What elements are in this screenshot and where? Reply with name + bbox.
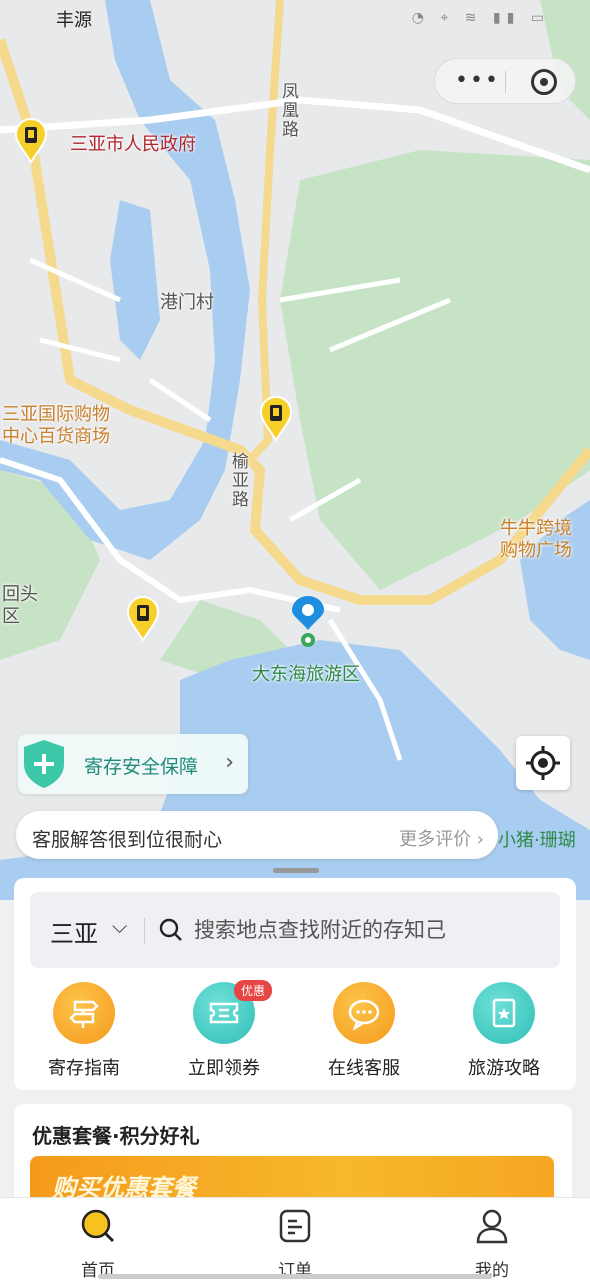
capsule-divider xyxy=(505,71,506,93)
carrier-label: 丰源 xyxy=(56,10,92,31)
map-view[interactable]: 丰源 ◔ ⌖ ≋ ▮▮ ▭ ••• 三亚市人民政府 港门村 凤凰路 榆亚路 三亚… xyxy=(0,0,590,900)
search-input[interactable] xyxy=(194,912,544,948)
signpost-icon xyxy=(53,982,115,1044)
chat-icon xyxy=(333,982,395,1044)
crosshair-icon xyxy=(526,746,560,780)
storage-lock-pin[interactable] xyxy=(14,118,48,164)
review-ticker[interactable]: 客服解答很到位很耐心 更多评价 › xyxy=(16,811,498,859)
discount-badge: 优惠 xyxy=(234,980,273,1001)
map-label-road-fenghuang: 凤凰路 xyxy=(278,82,298,139)
destination-location-pin[interactable] xyxy=(290,596,326,648)
guidebook-icon xyxy=(473,982,535,1044)
user-icon xyxy=(476,1209,508,1244)
storage-lock-pin[interactable] xyxy=(126,596,160,642)
chevron-right-icon: › xyxy=(225,750,234,775)
more-menu-icon[interactable]: ••• xyxy=(455,68,500,93)
quick-action-guide[interactable]: 寄存指南 xyxy=(24,982,144,1082)
promo-section: 优惠套餐·积分好礼 购买优惠套餐 xyxy=(14,1104,572,1204)
map-label-poi-right: 小猪·珊瑚 xyxy=(498,830,576,851)
status-icons: ◔ ⌖ ≋ ▮▮ ▭ xyxy=(411,10,550,26)
order-icon xyxy=(279,1209,311,1243)
map-label-road-yuya: 榆亚路 xyxy=(228,452,248,509)
map-label-village: 港门村 xyxy=(160,292,214,313)
status-bar: 丰源 ◔ ⌖ ≋ ▮▮ ▭ xyxy=(0,0,590,44)
bottom-tab-bar: 首页 订单 我的 xyxy=(0,1197,590,1280)
quick-action-support[interactable]: 在线客服 xyxy=(304,982,424,1082)
sheet-drag-handle[interactable] xyxy=(273,868,319,873)
home-indicator xyxy=(98,1274,492,1279)
quick-action-label: 在线客服 xyxy=(328,1058,400,1079)
shield-plus-icon xyxy=(24,740,64,788)
quick-action-label: 寄存指南 xyxy=(48,1058,120,1079)
tab-profile[interactable]: 我的 xyxy=(432,1206,552,1280)
ticket-icon: 优惠 xyxy=(193,980,273,1044)
safety-banner-label: 寄存安全保障 xyxy=(84,756,199,778)
miniprogram-capsule[interactable]: ••• xyxy=(434,58,576,104)
quick-action-travel[interactable]: 旅游攻略 xyxy=(444,982,564,1082)
map-label-mall-left: 三亚国际购物中心百货商场 xyxy=(2,404,110,447)
review-text: 客服解答很到位很耐心 xyxy=(32,829,223,851)
search-home-icon xyxy=(81,1209,115,1243)
quick-action-label: 旅游攻略 xyxy=(468,1058,540,1079)
tab-home[interactable]: 首页 xyxy=(38,1206,158,1280)
tab-orders[interactable]: 订单 xyxy=(235,1206,355,1280)
storage-lock-pin[interactable] xyxy=(259,396,293,442)
chevron-down-icon[interactable]: ⌵ xyxy=(112,914,127,938)
map-label-destination: 大东海旅游区 xyxy=(252,664,360,685)
more-reviews-link[interactable]: 更多评价 › xyxy=(399,825,484,851)
search-icon xyxy=(159,918,182,941)
close-miniprogram-icon[interactable] xyxy=(531,69,557,95)
city-selector[interactable]: 三亚 xyxy=(50,914,98,949)
locate-me-button[interactable] xyxy=(516,736,570,790)
promo-title: 优惠套餐·积分好礼 xyxy=(32,1124,200,1148)
search-row: 三亚 ⌵ xyxy=(30,892,560,968)
quick-action-coupon[interactable]: 优惠 立即领券 xyxy=(164,980,284,1082)
map-label-huitou: 回头区 xyxy=(2,584,38,627)
more-reviews-label: 更多评价 xyxy=(399,829,472,850)
safety-guarantee-banner[interactable]: 寄存安全保障 › xyxy=(18,734,248,794)
map-label-gov: 三亚市人民政府 xyxy=(70,134,196,155)
search-divider xyxy=(144,918,145,944)
map-label-mall-right: 牛牛跨境购物广场 xyxy=(500,518,572,561)
quick-action-label: 立即领券 xyxy=(188,1058,260,1079)
action-panel: 三亚 ⌵ 寄存指南 优惠 立即领券 在线客服 旅游攻略 xyxy=(14,878,576,1090)
